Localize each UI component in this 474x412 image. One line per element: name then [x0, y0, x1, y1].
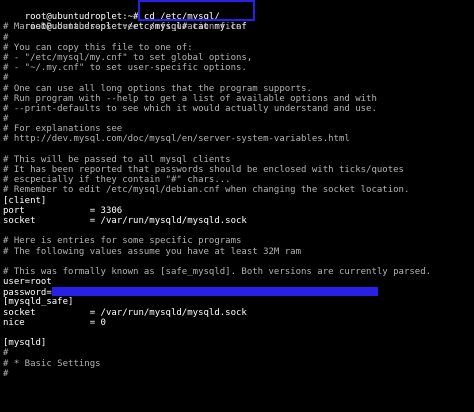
terminal-line: # It has been reported that passwords sh… — [3, 165, 474, 175]
terminal-line-text: # This was formally known as [safe_mysql… — [3, 266, 432, 277]
terminal-line-text: nice = 0 — [3, 317, 106, 328]
terminal-line: # Here is entries for some specific prog… — [3, 236, 474, 246]
terminal-line: [mysqld] — [3, 338, 474, 348]
terminal-line-text: # Here is entries for some specific prog… — [3, 236, 242, 247]
terminal-line-text: [client] — [3, 195, 47, 206]
terminal-line-text: # http://dev.mysql.com/doc/mysql/en/serv… — [3, 134, 350, 145]
terminal-line: user=root — [3, 277, 474, 287]
terminal-line-text: # Run program with --help to get a list … — [3, 93, 377, 104]
terminal-line: # --print-defaults to see which it would… — [3, 104, 474, 114]
terminal-line-text: # - "~/.my.cnf" to set user-specific opt… — [3, 63, 247, 74]
terminal-line-text: # — [3, 348, 9, 359]
terminal-line: # * Basic Settings — [3, 359, 474, 369]
terminal-line: # Remember to edit /etc/mysql/debian.cnf… — [3, 185, 474, 195]
terminal-line-text: # It has been reported that passwords sh… — [3, 165, 404, 175]
terminal-line-text: # — [3, 32, 9, 43]
terminal-line-text: # The following values assume you have a… — [3, 246, 302, 257]
terminal-line: # — [3, 348, 474, 358]
terminal-line: # Run program with --help to get a list … — [3, 94, 474, 104]
terminal-line-text: # For explanations see — [3, 124, 123, 135]
terminal-line: # MariaDB database server configuration … — [3, 22, 474, 32]
terminal-line: # One can use all long options that the … — [3, 84, 474, 94]
redacted-password-bar — [51, 287, 378, 297]
terminal-line-text: [mysqld] — [3, 338, 47, 349]
terminal-line: # — [3, 73, 474, 83]
terminal-line: # This was formally known as [safe_mysql… — [3, 267, 474, 277]
terminal-window[interactable]: root@ubuntudroplet:~# cd /etc/mysql/ roo… — [0, 0, 474, 412]
terminal-line: # - "/etc/mysql/my.cnf" to set global op… — [3, 53, 474, 63]
terminal-line: # You can copy this file to one of: — [3, 43, 474, 53]
terminal-line-text: # MariaDB database server configuration … — [3, 22, 247, 33]
terminal-line-text: [mysqld_safe] — [3, 297, 74, 308]
terminal-line: [mysqld_safe] — [3, 297, 474, 307]
terminal-line: # - "~/.my.cnf" to set user-specific opt… — [3, 63, 474, 73]
terminal-line-text: # — [3, 368, 9, 379]
terminal-line-text: # - "/etc/mysql/my.cnf" to set global op… — [3, 52, 253, 63]
terminal-line-text: # --print-defaults to see which it would… — [3, 103, 377, 114]
terminal-line: # — [3, 369, 474, 379]
terminal-line: socket = /var/run/mysqld/mysqld.sock — [3, 216, 474, 226]
terminal-line: nice = 0 — [3, 318, 474, 328]
terminal-line-text: socket = /var/run/mysqld/mysqld.sock — [3, 215, 247, 226]
terminal-line: # escpecially if they contain "#" chars.… — [3, 175, 474, 185]
terminal-line-text: # One can use all long options that the … — [3, 83, 312, 94]
terminal-line-command-2: root@ubuntudroplet:/etc/mysql# cat my.cn… — [3, 12, 474, 32]
terminal-line: socket = /var/run/mysqld/mysqld.sock — [3, 308, 474, 318]
terminal-line: [client] — [3, 196, 474, 206]
terminal-line: port = 3306 — [3, 206, 474, 216]
terminal-line-text: user=root — [3, 277, 52, 288]
terminal-line-text: socket = /var/run/mysqld/mysqld.sock — [3, 307, 247, 318]
terminal-line: password= — [3, 287, 474, 298]
terminal-line-command-1: root@ubuntudroplet:~# cd /etc/mysql/ — [3, 2, 474, 22]
terminal-line-text: # — [3, 73, 9, 84]
terminal-output: # MariaDB database server configuration … — [3, 22, 474, 389]
terminal-line-text: # — [3, 114, 9, 125]
terminal-line-text: # This will be passed to all mysql clien… — [3, 154, 231, 165]
terminal-line: # — [3, 33, 474, 43]
terminal-line-text: # * Basic Settings — [3, 358, 101, 369]
terminal-line: # For explanations see — [3, 124, 474, 134]
terminal-line-text: port = 3306 — [3, 205, 123, 216]
terminal-line-text: # You can copy this file to one of: — [3, 42, 193, 53]
terminal-line: # This will be passed to all mysql clien… — [3, 155, 474, 165]
terminal-line: # — [3, 114, 474, 124]
terminal-line-text: # escpecially if they contain "#" chars.… — [3, 175, 231, 186]
terminal-line: # http://dev.mysql.com/doc/mysql/en/serv… — [3, 134, 474, 144]
terminal-line: # The following values assume you have a… — [3, 247, 474, 257]
terminal-line-text: # Remember to edit /etc/mysql/debian.cnf… — [3, 185, 410, 196]
